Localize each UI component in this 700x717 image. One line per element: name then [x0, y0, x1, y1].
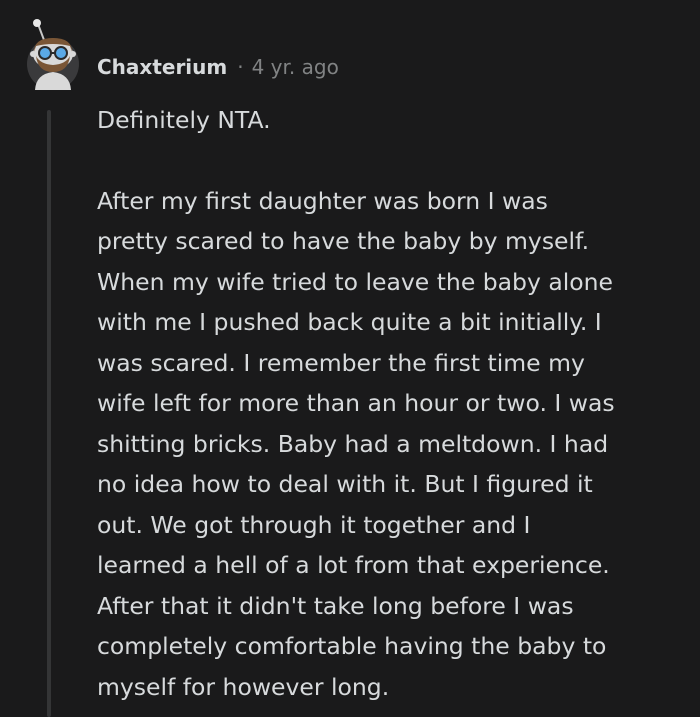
snoo-avatar-icon[interactable] — [22, 16, 84, 90]
comment-paragraph: After my first daughter was born I was p… — [97, 186, 615, 701]
comment: Chaxterium · 4 yr. ago Definitely NTA. A… — [0, 0, 700, 717]
username-link[interactable]: Chaxterium — [97, 55, 227, 79]
comment-meta: Chaxterium · 4 yr. ago — [97, 50, 339, 84]
timestamp[interactable]: 4 yr. ago — [252, 55, 339, 79]
comment-paragraph: Definitely NTA. — [97, 106, 271, 134]
meta-separator: · — [237, 55, 244, 79]
comment-body: Definitely NTA. After my first daughter … — [97, 100, 687, 707]
thread-line[interactable] — [47, 110, 51, 717]
